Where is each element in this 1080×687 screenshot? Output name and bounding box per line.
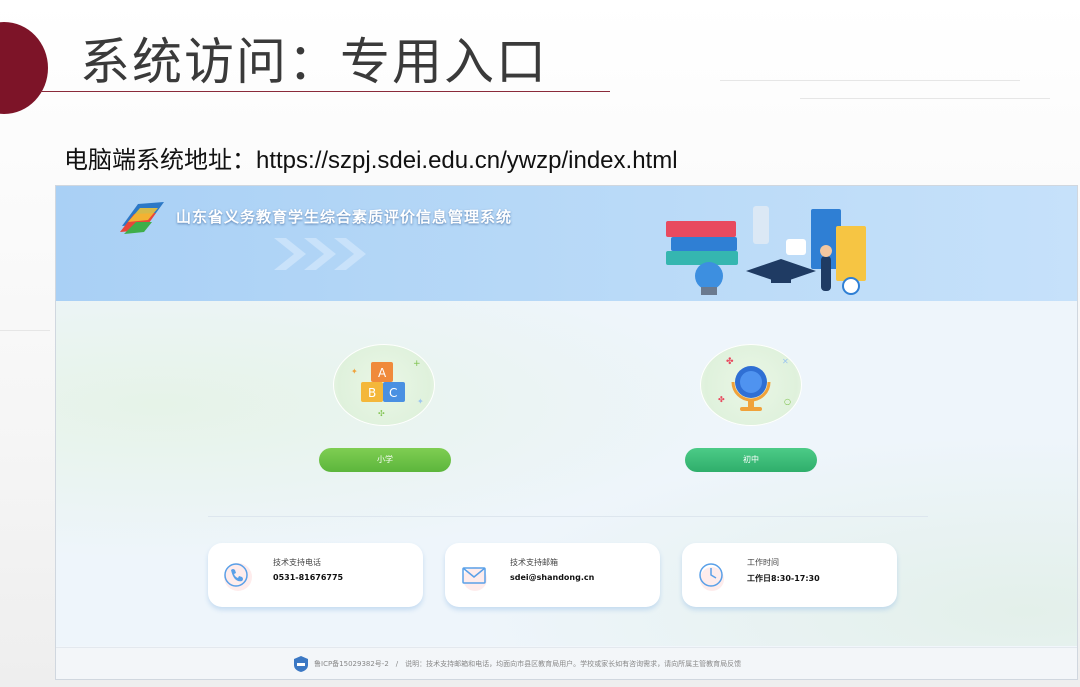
contact-label: 技术支持邮箱 bbox=[510, 558, 558, 567]
decorative-chevrons-icon bbox=[274, 238, 366, 270]
svg-text:✤: ✤ bbox=[726, 357, 734, 367]
phone-support-card: 技术支持电话 0531-81676775 bbox=[208, 543, 423, 607]
svg-text:+: + bbox=[413, 359, 421, 369]
system-header: 山东省义务教育学生综合素质评价信息管理系统 bbox=[56, 186, 1077, 301]
primary-school-button[interactable]: 小学 bbox=[319, 448, 451, 472]
police-badge-icon bbox=[294, 656, 308, 672]
slide-title: 系统访问：专用入口 bbox=[80, 33, 548, 91]
svg-text:✕: ✕ bbox=[782, 357, 789, 366]
footer-notice: 鲁ICP备15029382号-2 / 说明：技术支持邮箱和电话，均面向市县区教育… bbox=[314, 660, 742, 668]
svg-text:✣: ✣ bbox=[378, 409, 385, 418]
middle-entry-illustration: ✤ ✕ ✤ ○ bbox=[700, 344, 802, 426]
contact-value: 0531-81676775 bbox=[273, 573, 344, 582]
texture-line bbox=[0, 330, 50, 331]
contact-value: sdei@shandong.cn bbox=[510, 573, 595, 582]
clock-icon bbox=[699, 563, 724, 591]
svg-text:○: ○ bbox=[784, 397, 791, 406]
svg-text:✤: ✤ bbox=[718, 395, 725, 404]
middle-school-button[interactable]: 初中 bbox=[685, 448, 817, 472]
system-title: 山东省义务教育学生综合素质评价信息管理系统 bbox=[176, 208, 513, 226]
svg-text:B: B bbox=[368, 386, 376, 400]
system-screenshot: 山东省义务教育学生综合素质评价信息管理系统 A B C + ✦ ✦ ✣ ✤ ✕ … bbox=[55, 185, 1078, 680]
phone-icon bbox=[224, 563, 252, 591]
globe-icon: ✤ ✕ ✤ ○ bbox=[718, 357, 791, 411]
svg-text:C: C bbox=[389, 386, 397, 400]
svg-text:✦: ✦ bbox=[351, 367, 358, 376]
abc-blocks-icon: A B C + ✦ ✦ ✣ bbox=[351, 359, 424, 418]
system-logo-icon bbox=[120, 202, 164, 234]
system-footer: 鲁ICP备15029382号-2 / 说明：技术支持邮箱和电话，均面向市县区教育… bbox=[56, 647, 1077, 679]
primary-entry-illustration: A B C + ✦ ✦ ✣ bbox=[333, 344, 435, 426]
contact-label: 工作时间 bbox=[747, 558, 779, 567]
mail-icon bbox=[462, 567, 487, 591]
contact-value: 工作日8:30-17:30 bbox=[747, 574, 820, 583]
section-divider bbox=[208, 516, 928, 517]
contact-label: 技术支持电话 bbox=[273, 558, 321, 567]
work-hours-card: 工作时间 工作日8:30-17:30 bbox=[682, 543, 897, 607]
education-illustration-icon bbox=[666, 206, 866, 295]
texture-line bbox=[720, 80, 1020, 81]
title-underline bbox=[40, 91, 610, 92]
texture-line bbox=[800, 98, 1050, 99]
system-url-line: 电脑端系统地址：https://szpj.sdei.edu.cn/ywzp/in… bbox=[64, 147, 678, 174]
svg-text:✦: ✦ bbox=[417, 397, 424, 406]
svg-text:A: A bbox=[378, 366, 387, 380]
email-support-card: 技术支持邮箱 sdei@shandong.cn bbox=[445, 543, 660, 607]
